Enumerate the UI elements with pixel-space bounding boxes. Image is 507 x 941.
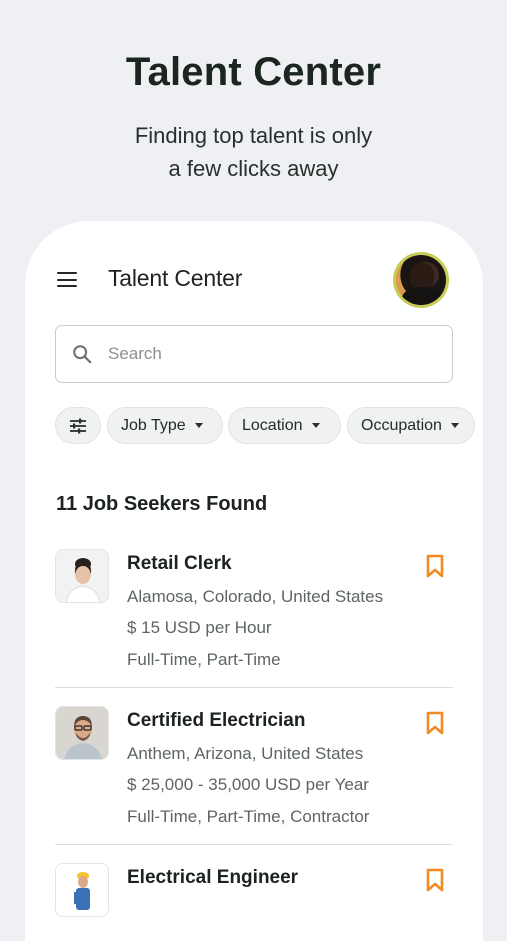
job-type: Full-Time, Part-Time, Contractor — [127, 807, 370, 826]
chip-location-label: Location — [242, 416, 303, 434]
job-title: Retail Clerk — [127, 553, 232, 574]
divider — [55, 844, 453, 845]
filter-settings-button[interactable] — [55, 407, 101, 444]
profile-photo — [55, 549, 109, 603]
filter-chips: Job Type Location Occupation — [55, 407, 483, 445]
chip-location[interactable]: Location — [228, 407, 341, 444]
job-seeker-card[interactable]: Retail Clerk Alamosa, Colorado, United S… — [55, 549, 453, 679]
search-icon — [73, 345, 92, 364]
hero-subtitle-line2: a few clicks away — [168, 156, 339, 181]
results-count: 11 Job Seekers Found — [56, 493, 268, 515]
dropdown-caret-icon — [194, 423, 203, 428]
job-seeker-card[interactable]: Certified Electrician Anthem, Arizona, U… — [55, 706, 453, 836]
search-box[interactable] — [55, 325, 453, 383]
search-input[interactable] — [108, 326, 438, 381]
chip-occupation-label: Occupation — [361, 416, 442, 434]
job-location: Alamosa, Colorado, United States — [127, 587, 384, 606]
job-title: Certified Electrician — [127, 710, 306, 731]
job-title: Electrical Engineer — [127, 867, 299, 888]
user-avatar[interactable] — [393, 252, 449, 308]
chip-job-type-label: Job Type — [121, 416, 186, 434]
hero-title: Talent Center — [125, 50, 382, 94]
job-location: Anthem, Arizona, United States — [127, 744, 364, 763]
job-pay: $ 15 USD per Hour — [127, 618, 272, 637]
bookmark-icon[interactable] — [425, 868, 445, 893]
bookmark-icon[interactable] — [425, 711, 445, 736]
job-type: Full-Time, Part-Time — [127, 650, 281, 669]
person-photo-icon — [56, 707, 108, 759]
chip-job-type[interactable]: Job Type — [107, 407, 223, 444]
hamburger-menu-icon[interactable] — [57, 272, 79, 288]
person-photo-icon — [56, 550, 108, 602]
profile-photo — [55, 863, 109, 917]
dropdown-caret-icon — [311, 423, 320, 428]
person-photo-icon — [56, 864, 108, 916]
job-pay: $ 25,000 - 35,000 USD per Year — [127, 775, 369, 794]
hero-subtitle-line1: Finding top talent is only — [134, 123, 373, 148]
dropdown-caret-icon — [450, 423, 459, 428]
profile-photo — [55, 706, 109, 760]
hero-subtitle: Finding top talent is only a few clicks … — [0, 119, 507, 185]
divider — [55, 687, 453, 688]
chip-occupation[interactable]: Occupation — [347, 407, 475, 444]
job-seeker-card[interactable]: Electrical Engineer — [55, 863, 453, 923]
bookmark-icon[interactable] — [425, 554, 445, 579]
app-title: Talent Center — [108, 265, 243, 291]
avatar-photo — [396, 255, 446, 305]
phone-screen: Talent Center Job Type Location — [25, 221, 483, 941]
sliders-icon — [70, 418, 86, 433]
